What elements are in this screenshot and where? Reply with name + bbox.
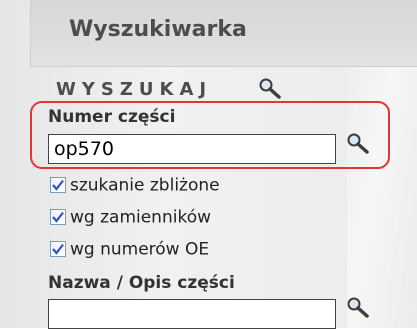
header-divider — [30, 66, 417, 67]
part-name-label: Nazwa / Opis części — [48, 273, 235, 293]
search-section-magnifier-icon[interactable] — [258, 78, 282, 100]
checkmark-icon — [52, 243, 64, 255]
checkmark-icon — [52, 211, 64, 223]
option-label: wg numerów OE — [70, 239, 210, 260]
part-name-input[interactable] — [48, 299, 336, 329]
option-label: szukanie zbliżone — [70, 175, 220, 196]
checkbox[interactable] — [50, 176, 66, 193]
part-number-highlight — [30, 101, 390, 169]
checkmark-icon — [52, 179, 64, 191]
option-by-substitutes[interactable]: wg zamienników — [50, 207, 211, 229]
option-label: wg zamienników — [70, 207, 211, 228]
panel-header: Wyszukiwarka — [30, 0, 417, 66]
checkbox[interactable] — [50, 208, 66, 225]
panel-title: Wyszukiwarka — [69, 17, 247, 42]
option-by-oe-numbers[interactable]: wg numerów OE — [50, 239, 209, 261]
checkbox[interactable] — [50, 240, 66, 257]
option-approximate-search[interactable]: szukanie zbliżone — [50, 175, 220, 197]
part-name-search-icon[interactable] — [346, 297, 370, 319]
search-section-title: WYSZUKAJ — [56, 79, 213, 100]
